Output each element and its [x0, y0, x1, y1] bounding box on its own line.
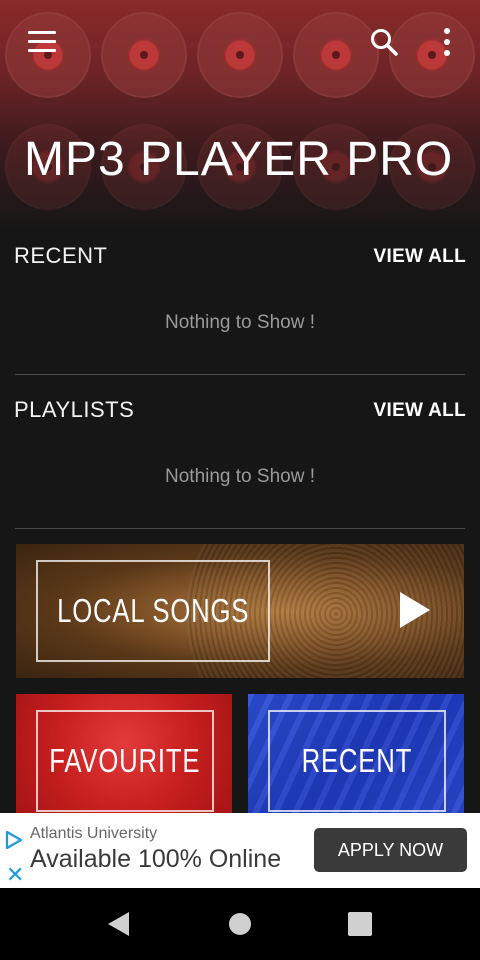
local-songs-tile[interactable]: LOCAL SONGS	[16, 544, 464, 678]
search-icon[interactable]	[366, 24, 402, 60]
app-title: MP3 PLAYER PRO	[24, 133, 454, 186]
favourite-frame: FAVOURITE	[36, 710, 214, 812]
ad-choices-icon[interactable]	[4, 830, 24, 855]
vinyl-decoration	[101, 12, 187, 98]
more-options-icon[interactable]	[429, 24, 465, 60]
ad-sponsor: Atlantis University	[30, 825, 158, 842]
playlists-section-title: PLAYLISTS	[14, 397, 135, 422]
favourite-label: FAVOURITE	[49, 742, 201, 779]
local-songs-label: LOCAL SONGS	[56, 592, 250, 629]
recent-empty-message: Nothing to Show !	[165, 312, 315, 333]
playlists-view-all-button[interactable]: VIEW ALL	[374, 400, 466, 422]
app-header	[0, 0, 480, 230]
section-divider	[15, 528, 465, 529]
app-screen: MP3 PLAYER PRO RECENT VIEW ALL Nothing t…	[0, 0, 480, 960]
play-icon[interactable]	[400, 592, 430, 628]
recent-apps-icon[interactable]	[348, 912, 372, 936]
close-icon[interactable]: ✕	[6, 864, 24, 886]
recent-section-title: RECENT	[14, 243, 108, 268]
playlists-empty-message: Nothing to Show !	[165, 466, 315, 487]
vinyl-decoration	[197, 12, 283, 98]
recent-tile[interactable]: RECENT	[248, 694, 464, 818]
section-divider	[15, 374, 465, 375]
apply-now-button[interactable]: APPLY NOW	[314, 828, 467, 872]
local-songs-frame: LOCAL SONGS	[36, 560, 270, 662]
recent-tile-label: RECENT	[301, 742, 413, 779]
recent-view-all-button[interactable]: VIEW ALL	[374, 246, 466, 268]
menu-icon[interactable]	[24, 24, 60, 60]
favourite-tile[interactable]: FAVOURITE	[16, 694, 232, 818]
back-icon[interactable]	[108, 912, 129, 936]
recent-frame: RECENT	[268, 710, 446, 812]
ad-headline[interactable]: Available 100% Online	[30, 845, 281, 874]
home-icon[interactable]	[229, 913, 251, 935]
